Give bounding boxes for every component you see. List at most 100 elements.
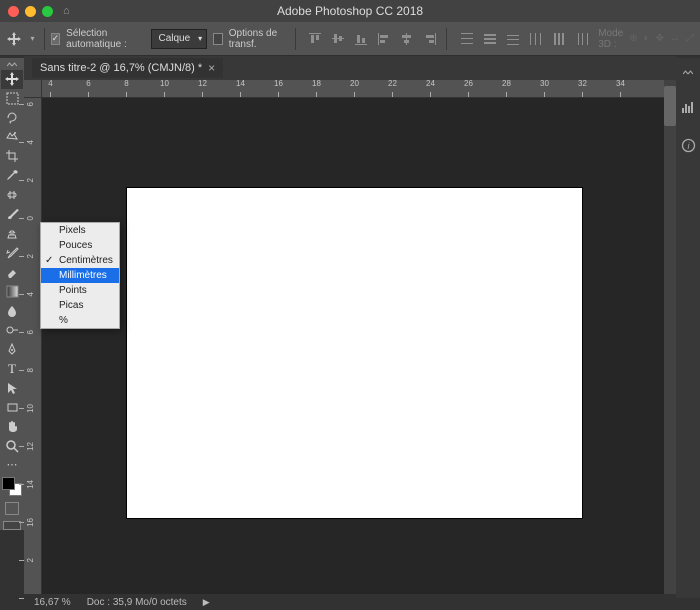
ruler-unit-centimètres[interactable]: Centimètres <box>41 253 119 268</box>
toolbox-collapse-icon[interactable] <box>5 60 19 70</box>
distribute-left-icon[interactable] <box>526 29 546 49</box>
ruler-tick: 34 <box>620 92 621 97</box>
vertical-ruler[interactable]: 642024681012141624 <box>24 98 42 594</box>
quick-mask-button[interactable] <box>5 502 19 516</box>
canvas-viewport[interactable] <box>42 98 664 594</box>
align-top-icon[interactable] <box>305 29 325 49</box>
pen-tool[interactable] <box>1 340 23 359</box>
spot-heal-tool[interactable] <box>1 185 23 204</box>
screen-mode-button[interactable] <box>3 521 21 530</box>
ruler-tick: 22 <box>392 92 393 97</box>
ruler-unit-points[interactable]: Points <box>41 283 119 298</box>
home-icon[interactable]: ⌂ <box>63 5 70 17</box>
auto-select-checkbox[interactable]: ✓ <box>51 33 61 45</box>
dodge-tool[interactable] <box>1 320 23 339</box>
tool-preset-dropdown[interactable]: ▾ <box>27 34 38 44</box>
layer-dropdown[interactable]: Calque <box>151 29 207 49</box>
ruler-tick: 10 <box>164 92 165 97</box>
foreground-color-swatch[interactable] <box>2 477 15 490</box>
mode3d-label: Mode 3D : <box>598 28 623 50</box>
options-bar: ▾ ✓ Sélection automatique : Calque Optio… <box>0 22 700 56</box>
horizontal-ruler[interactable]: 46810121416182022242628303234 <box>42 80 664 98</box>
history-brush-tool[interactable] <box>1 243 23 262</box>
lasso-tool[interactable] <box>1 108 23 127</box>
roll-3d-icon[interactable]: ◐ <box>644 33 650 44</box>
ruler-tick: 8 <box>126 92 127 97</box>
maximize-window-button[interactable] <box>42 6 53 17</box>
edit-toolbar-icon[interactable]: ⋯ <box>1 455 23 474</box>
info-panel-icon[interactable]: i <box>679 136 697 154</box>
color-swatches[interactable] <box>2 477 22 496</box>
move-tool[interactable] <box>1 70 23 89</box>
align-bottom-icon[interactable] <box>351 29 371 49</box>
status-menu-icon[interactable]: ▶ <box>203 597 210 608</box>
clone-stamp-tool[interactable] <box>1 224 23 243</box>
distribute-top-icon[interactable] <box>457 29 477 49</box>
eraser-tool[interactable] <box>1 262 23 281</box>
ruler-tick: 12 <box>202 92 203 97</box>
close-tab-icon[interactable]: × <box>208 61 215 75</box>
document-tabs: Sans titre-2 @ 16,7% (CMJN/8) * × <box>24 56 676 80</box>
ruler-unit-pouces[interactable]: Pouces <box>41 238 119 253</box>
ruler-tick: 18 <box>316 92 317 97</box>
gradient-tool[interactable] <box>1 282 23 301</box>
svg-text:i: i <box>687 141 690 151</box>
ruler-tick: 14 <box>240 92 241 97</box>
canvas[interactable] <box>127 188 582 518</box>
doc-size[interactable]: Doc : 35,9 Mo/0 octets <box>87 597 187 608</box>
ruler-unit-%[interactable]: % <box>41 313 119 328</box>
mode3d-group: Mode 3D : ⊕ ◐ ✥ ↔ ⤢ <box>598 28 694 50</box>
align-hcenter-icon[interactable] <box>397 29 417 49</box>
ruler-unit-pixels[interactable]: Pixels <box>41 223 119 238</box>
ruler-tick: 20 <box>354 92 355 97</box>
hand-tool[interactable] <box>1 417 23 436</box>
vertical-scrollbar[interactable] <box>664 80 676 594</box>
transform-checkbox[interactable] <box>213 33 223 45</box>
transform-label: Options de transf. <box>229 28 289 50</box>
blur-tool[interactable] <box>1 301 23 320</box>
quick-select-tool[interactable] <box>1 127 23 146</box>
ruler-tick: 28 <box>506 92 507 97</box>
histogram-panel-icon[interactable] <box>679 98 697 116</box>
path-select-tool[interactable] <box>1 378 23 397</box>
zoom-3d-icon[interactable]: ⤢ <box>686 33 694 44</box>
ruler-tick: 26 <box>468 92 469 97</box>
workspace: 46810121416182022242628303234 6420246810… <box>24 80 676 594</box>
orbit-3d-icon[interactable]: ⊕ <box>629 33 637 44</box>
document-tab[interactable]: Sans titre-2 @ 16,7% (CMJN/8) * × <box>32 58 223 78</box>
pan-3d-icon[interactable]: ✥ <box>656 33 664 44</box>
eyedropper-tool[interactable] <box>1 166 23 185</box>
type-tool[interactable]: T <box>1 359 23 378</box>
ruler-tick: 32 <box>582 92 583 97</box>
app-title: Adobe Photoshop CC 2018 <box>277 4 423 18</box>
align-group <box>305 29 440 49</box>
distribute-group <box>457 29 592 49</box>
zoom-level[interactable]: 16,67 % <box>34 597 71 608</box>
separator <box>44 28 45 50</box>
rightbar-expand-icon[interactable] <box>681 68 695 78</box>
ruler-tick: 4 <box>50 92 51 97</box>
auto-select-label: Sélection automatique : <box>66 28 145 50</box>
ruler-unit-millimètres[interactable]: Millimètres <box>41 268 119 283</box>
distribute-bottom-icon[interactable] <box>503 29 523 49</box>
close-window-button[interactable] <box>8 6 19 17</box>
ruler-tick: 6 <box>88 92 89 97</box>
ruler-unit-picas[interactable]: Picas <box>41 298 119 313</box>
crop-tool[interactable] <box>1 147 23 166</box>
right-panel-dock: i <box>676 58 700 598</box>
distribute-hcenter-icon[interactable] <box>549 29 569 49</box>
minimize-window-button[interactable] <box>25 6 36 17</box>
distribute-right-icon[interactable] <box>572 29 592 49</box>
ruler-tick: 16 <box>278 92 279 97</box>
move-tool-icon[interactable] <box>6 29 21 49</box>
brush-tool[interactable] <box>1 205 23 224</box>
separator <box>446 28 447 50</box>
distribute-vcenter-icon[interactable] <box>480 29 500 49</box>
align-left-icon[interactable] <box>374 29 394 49</box>
titlebar: ⌂ Adobe Photoshop CC 2018 <box>0 0 700 22</box>
marquee-tool[interactable] <box>1 89 23 108</box>
align-vcenter-icon[interactable] <box>328 29 348 49</box>
align-right-icon[interactable] <box>420 29 440 49</box>
slide-3d-icon[interactable]: ↔ <box>670 33 680 44</box>
ruler-corner[interactable] <box>24 80 42 98</box>
